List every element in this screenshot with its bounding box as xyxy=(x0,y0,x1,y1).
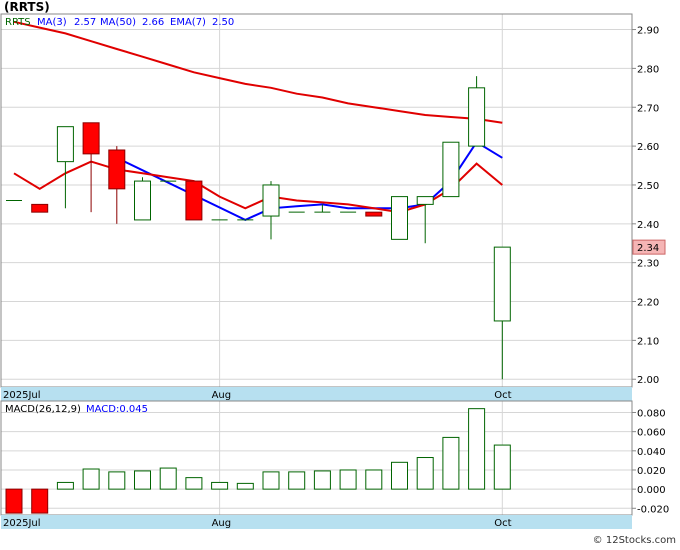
candle-body xyxy=(185,180,203,221)
last-price-label: 2.34 xyxy=(637,243,659,254)
candle-body xyxy=(493,246,511,322)
price-x-tick-label: 2025Jul xyxy=(3,390,41,401)
candle-body xyxy=(365,211,383,217)
price-y-tick-label: 2.40 xyxy=(637,220,659,231)
stock-chart: 2.00 2.10 2.20 2.30 2.40 2.50 2.60 2.70 2.80 2.90… xyxy=(0,0,680,546)
macd-x-tick-label: Aug xyxy=(212,518,232,529)
candle-body xyxy=(31,203,49,213)
macd-y-tick-label: 0.080 xyxy=(637,408,666,419)
price-y-tick-label: 2.70 xyxy=(637,103,659,114)
price-y-tick-label: 2.10 xyxy=(637,336,659,347)
macd-bar xyxy=(159,467,177,490)
price-y-tick-label: 2.00 xyxy=(637,375,659,386)
macd-bar xyxy=(442,436,460,490)
legend-ma3-label: MA(3) xyxy=(37,17,67,28)
macd-y-tick-label: 0.020 xyxy=(637,466,666,477)
candle-body xyxy=(108,149,126,190)
macd-bar xyxy=(391,461,408,490)
macd-bar xyxy=(82,468,100,490)
macd-bar xyxy=(185,477,203,490)
macd-legend-value: MACD:0.045 xyxy=(86,404,148,415)
candle-body xyxy=(442,141,460,198)
price-y-tick-label: 2.50 xyxy=(637,181,659,192)
legend-ticker: RRTS xyxy=(5,17,31,28)
macd-y-tick-label: 0.040 xyxy=(637,447,666,458)
macd-bar xyxy=(262,471,280,490)
macd-y-tick-label: -0.020 xyxy=(637,504,669,515)
macd-legend-label: MACD(26,12,9) xyxy=(5,404,81,415)
chart-title: (RRTS) xyxy=(4,0,50,14)
price-y-tick-label: 2.90 xyxy=(637,26,659,37)
macd-x-tick-label: Oct xyxy=(494,518,511,529)
macd-y-tick-label: 0.000 xyxy=(637,485,666,496)
candle-body xyxy=(416,196,434,205)
candle-body xyxy=(468,87,486,147)
candle-body xyxy=(134,180,151,221)
macd-bar xyxy=(313,470,331,490)
legend-ma3-value: 2.57 xyxy=(74,17,96,28)
price-y-tick-label: 2.30 xyxy=(637,259,659,270)
price-y-tick-label: 2.20 xyxy=(637,298,659,309)
macd-bar xyxy=(236,482,254,490)
legend-ma50-value: 2.66 xyxy=(142,17,164,28)
macd-bar xyxy=(108,471,126,490)
candle-body xyxy=(56,126,74,163)
candle-body xyxy=(82,122,100,155)
macd-bar xyxy=(288,471,306,490)
macd-bar xyxy=(365,469,383,490)
macd-bar xyxy=(31,488,49,514)
macd-legend: MACD(26,12,9) MACD:0.045 xyxy=(5,404,148,415)
legend-ema7-label: EMA(7) xyxy=(170,17,206,28)
price-x-axis-band xyxy=(1,387,632,401)
watermark: © 12Stocks.com xyxy=(593,535,676,546)
macd-x-tick-label: 2025Jul xyxy=(3,518,41,529)
legend-ema7-value: 2.50 xyxy=(212,17,234,28)
macd-bar xyxy=(468,408,486,490)
macd-bar xyxy=(56,481,74,490)
macd-bar xyxy=(493,444,511,490)
price-x-tick-label: Oct xyxy=(494,390,511,401)
macd-bar xyxy=(5,488,23,514)
price-x-tick-label: Aug xyxy=(212,390,232,401)
legend-ma50-label: MA(50) xyxy=(100,17,136,28)
macd-bar xyxy=(416,457,434,490)
candle-body xyxy=(262,184,280,217)
price-y-tick-label: 2.60 xyxy=(637,142,659,153)
price-legend: RRTS MA(3) 2.57 MA(50) 2.66 EMA(7) 2.50 xyxy=(5,17,234,28)
macd-bar xyxy=(339,469,357,490)
price-y-tick-label: 2.80 xyxy=(637,64,659,75)
macd-bar xyxy=(134,470,151,490)
macd-y-tick-label: 0.060 xyxy=(637,428,666,439)
chart-background xyxy=(0,0,680,546)
macd-bar xyxy=(211,481,229,490)
macd-x-axis-band xyxy=(1,515,632,529)
candle-body xyxy=(391,196,408,240)
chart-svg: 2.00 2.10 2.20 2.30 2.40 2.50 2.60 2.70 2.80 2.90… xyxy=(0,0,680,546)
